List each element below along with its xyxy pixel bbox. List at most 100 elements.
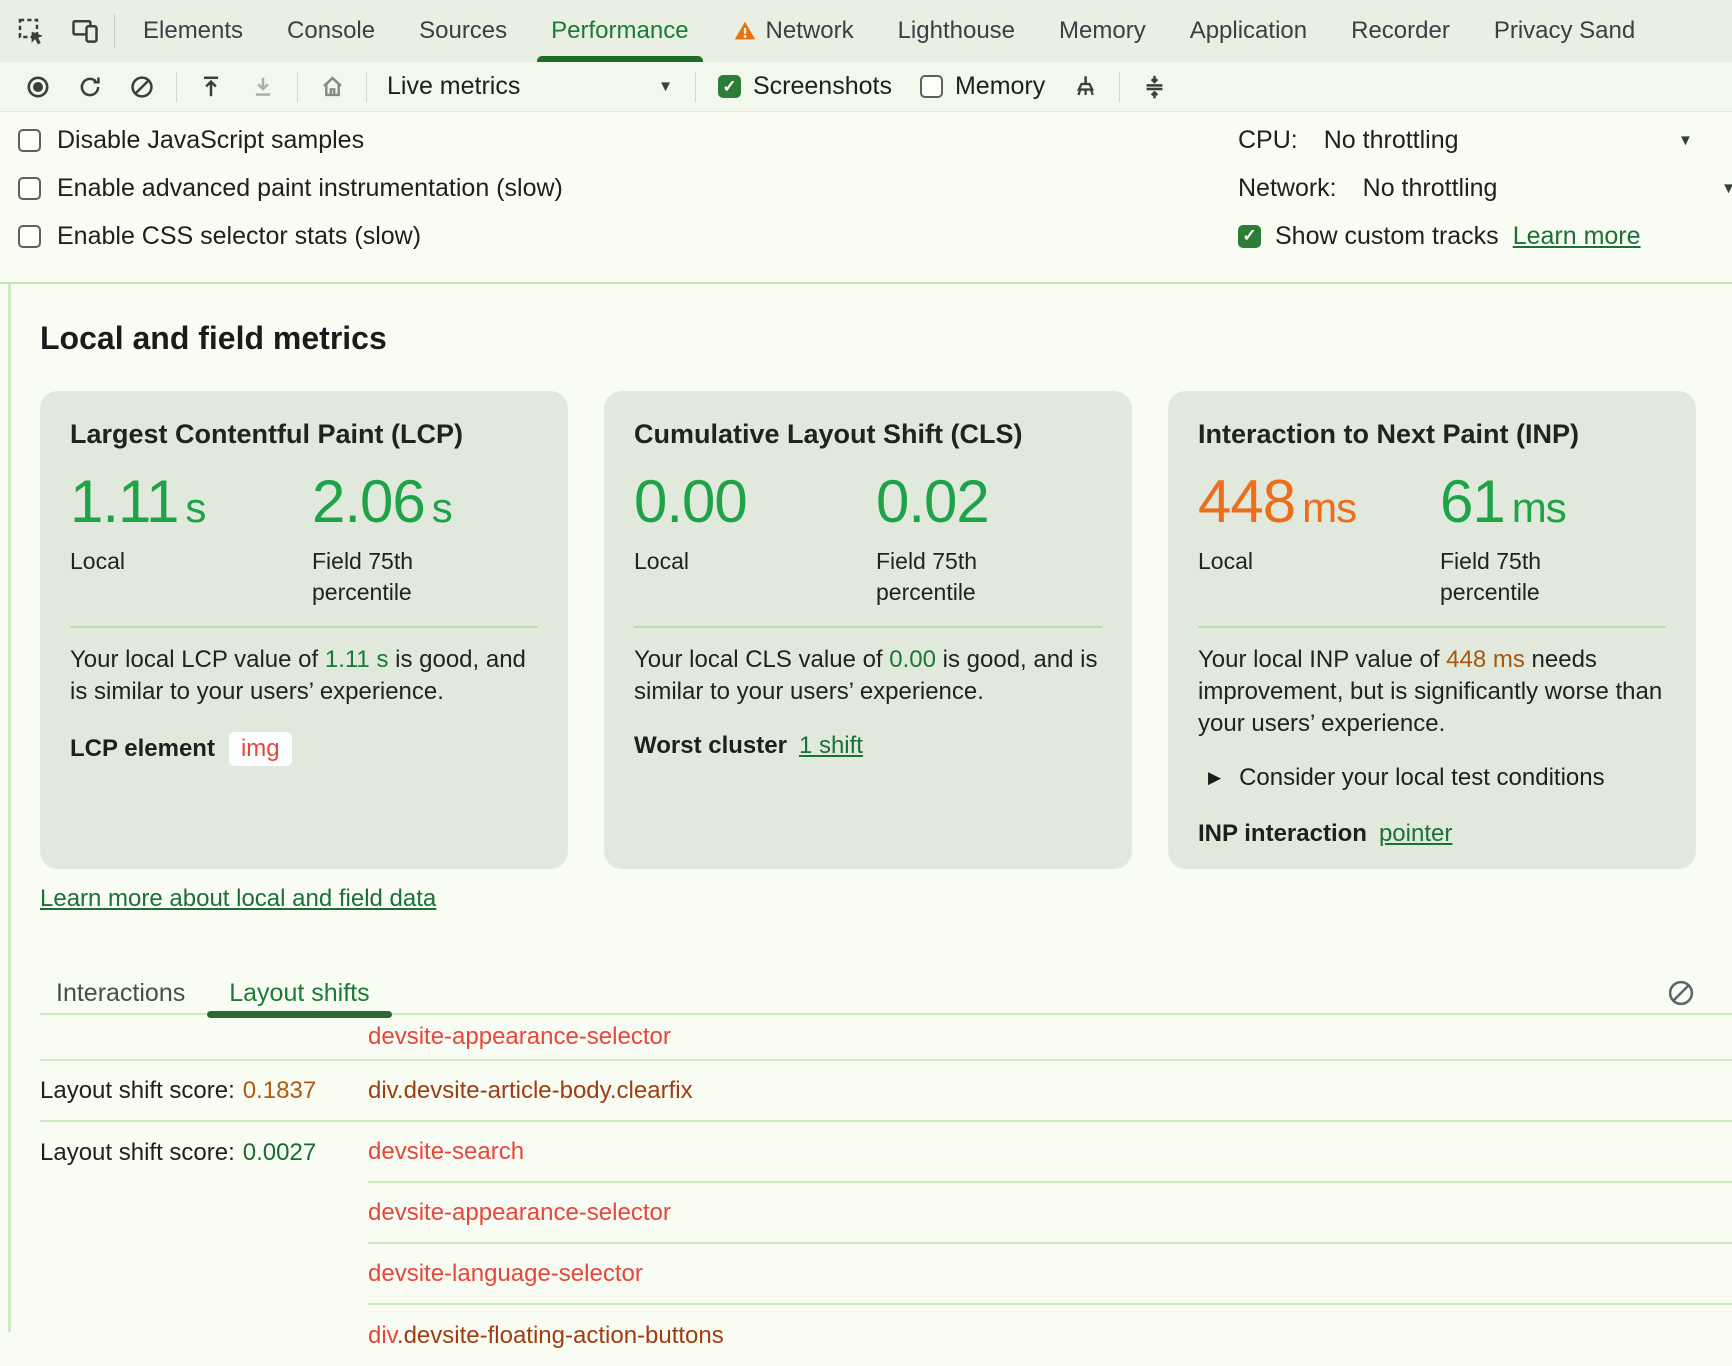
inp-interaction-label: INP interaction [1198,820,1367,848]
tab-console[interactable]: Console [265,0,397,62]
home-icon[interactable] [306,66,358,108]
lcp-element-row: LCP element img [70,732,538,766]
separator [366,72,367,102]
brush-icon[interactable] [1059,66,1111,108]
card-title: Cumulative Layout Shift (CLS) [634,419,1102,450]
table-row: Layout shift score:0.1837 div.devsite-ar… [40,1061,1732,1122]
lcp-element-chip[interactable]: img [229,732,292,766]
tab-performance[interactable]: Performance [529,0,710,62]
score-label: Layout shift score: [40,1077,235,1105]
chevron-down-icon: ▼ [658,78,673,95]
inp-interaction-link[interactable]: pointer [1379,820,1452,848]
reload-icon[interactable] [64,66,116,108]
element-link[interactable]: div.devsite-floating-action-buttons [368,1322,724,1350]
screenshots-label: Screenshots [753,72,892,101]
network-throttling-select[interactable]: Network: No throttling ▼ [1238,172,1732,204]
device-toolbar-icon[interactable] [70,16,100,46]
tab-label: Lighthouse [898,17,1015,45]
field-label: Field 75th percentile [312,546,482,608]
inp-field-value: 61ms [1440,470,1666,540]
load-profile-icon[interactable] [185,66,237,108]
layout-shifts-table: devsite-appearance-selector Layout shift… [40,1015,1732,1366]
separator [695,72,696,102]
card-title: Interaction to Next Paint (INP) [1198,419,1666,450]
css-selector-stats-checkbox[interactable] [18,225,41,248]
disable-js-samples-checkbox[interactable] [18,129,41,152]
live-metrics-label: Live metrics [387,72,520,101]
separator [176,72,177,102]
cls-card: Cumulative Layout Shift (CLS) 0.00 Local… [604,391,1132,869]
collapse-icon[interactable] [1128,66,1180,108]
lcp-card: Largest Contentful Paint (LCP) 1.11s Loc… [40,391,568,869]
live-metrics-view: Local and field metrics Largest Contentf… [0,320,1732,1366]
element-link[interactable]: div.devsite-article-body.clearfix [368,1077,693,1105]
record-icon[interactable] [12,66,64,108]
lcp-description: Your local LCP value of 1.11 s is good, … [70,644,538,708]
warning-icon [733,19,757,43]
tab-label: Privacy Sand [1494,17,1635,45]
tab-label: Application [1190,17,1307,45]
network-label: Network: [1238,174,1337,203]
separator [297,72,298,102]
advanced-paint-checkbox[interactable] [18,177,41,200]
worst-cluster-row: Worst cluster 1 shift [634,732,1102,760]
tab-sources[interactable]: Sources [397,0,529,62]
score-label: Layout shift score: [40,1139,235,1167]
show-custom-tracks-checkbox[interactable]: ✓ [1238,225,1261,248]
tab-privacy-sandbox[interactable]: Privacy Sand [1472,0,1657,62]
screenshots-checkbox[interactable]: ✓ [718,75,741,98]
live-metrics-dropdown[interactable]: Live metrics ▼ [375,72,687,101]
check-icon: ✓ [722,77,736,97]
screenshots-checkbox-row[interactable]: ✓ Screenshots [718,72,892,101]
table-row: devsite-appearance-selector [40,1183,1732,1244]
local-test-conditions-disclosure[interactable]: ▶ Consider your local test conditions [1198,764,1666,792]
checkbox-label: Enable CSS selector stats (slow) [57,222,421,251]
performance-toolbar: Live metrics ▼ ✓ Screenshots Memory [0,62,1732,112]
inp-local-value: 448ms [1198,470,1440,540]
cpu-throttling-select[interactable]: CPU: No throttling ▼ [1238,124,1732,156]
local-label: Local [70,546,240,577]
lcp-field-value: 2.06s [312,470,538,540]
tab-application[interactable]: Application [1168,0,1329,62]
tab-interactions[interactable]: Interactions [40,972,201,1014]
tab-layout-shifts[interactable]: Layout shifts [213,972,385,1014]
tab-label: Memory [1059,17,1146,45]
tab-label: Elements [143,17,243,45]
inspect-icon[interactable] [16,16,46,46]
memory-checkbox[interactable] [920,75,943,98]
table-row: devsite-appearance-selector [40,1015,1732,1061]
cls-local-value: 0.00 [634,470,876,540]
element-link[interactable]: devsite-language-selector [368,1260,643,1288]
tab-label: Recorder [1351,17,1450,45]
tab-elements[interactable]: Elements [121,0,265,62]
lcp-local-value: 1.11s [70,470,312,540]
show-custom-tracks-label: Show custom tracks [1275,222,1499,251]
memory-checkbox-row[interactable]: Memory [920,72,1045,101]
tab-network[interactable]: Network [711,0,876,62]
learn-more-field-data-link[interactable]: Learn more about local and field data [40,885,436,913]
cpu-value: No throttling [1324,126,1459,155]
clear-icon[interactable] [116,66,168,108]
page-title: Local and field metrics [40,320,1732,357]
learn-more-link[interactable]: Learn more [1513,222,1641,251]
tab-memory[interactable]: Memory [1037,0,1168,62]
inp-card: Interaction to Next Paint (INP) 448ms Lo… [1168,391,1696,869]
cls-field-value: 0.02 [876,470,1102,540]
inp-interaction-row: INP interaction pointer [1198,820,1666,848]
table-row: div.devsite-floating-action-buttons [40,1305,1732,1366]
log-tabbar: Interactions Layout shifts [40,973,1732,1015]
tab-recorder[interactable]: Recorder [1329,0,1472,62]
element-link[interactable]: devsite-appearance-selector [368,1023,671,1051]
clear-log-icon[interactable] [1666,978,1696,1008]
worst-cluster-link[interactable]: 1 shift [799,732,863,760]
card-divider [634,626,1102,628]
tab-lighthouse[interactable]: Lighthouse [876,0,1037,62]
element-link[interactable]: devsite-appearance-selector [368,1199,671,1227]
show-custom-tracks-row[interactable]: ✓ Show custom tracks Learn more [1238,220,1732,252]
checkbox-label: Disable JavaScript samples [57,126,364,155]
tabbar-tool-icons [0,0,108,62]
field-label: Field 75th percentile [1440,546,1610,608]
card-divider [1198,626,1666,628]
save-profile-icon [237,66,289,108]
element-link[interactable]: devsite-search [368,1138,524,1166]
